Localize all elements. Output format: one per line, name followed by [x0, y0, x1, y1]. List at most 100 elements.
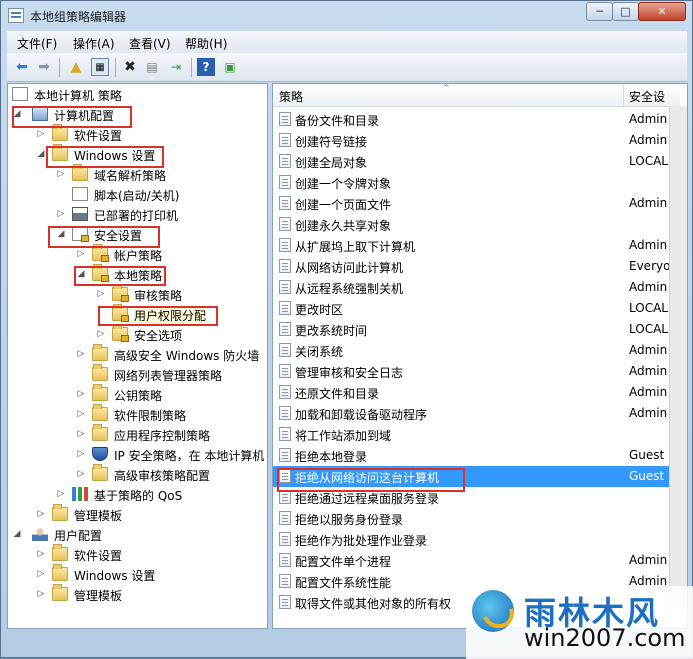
policy-name: 更改系统时间: [295, 324, 368, 338]
collapsed-arrow-icon[interactable]: ▷: [36, 569, 46, 579]
window: 本地组策略编辑器 ─ □ ✕ 文件(F) 操作(A) 查看(V) 帮助(H) ⬅…: [0, 0, 693, 659]
menu-action[interactable]: 操作(A): [73, 35, 115, 52]
table-row[interactable]: 创建永久共享对象: [273, 214, 680, 235]
back-icon[interactable]: ⬅: [13, 58, 31, 76]
toolbar-separator: [115, 58, 116, 77]
policy-name: 管理审核和安全日志: [295, 366, 404, 380]
highlight-box: [48, 226, 160, 248]
policy-setting-icon: [279, 112, 291, 126]
up-folder-icon[interactable]: ▲: [67, 58, 85, 76]
security-setting-value: Admin: [629, 280, 668, 294]
security-setting-value: Admin: [629, 343, 668, 357]
menu-bar: 文件(F) 操作(A) 查看(V) 帮助(H): [7, 31, 687, 53]
column-divider[interactable]: [623, 84, 624, 106]
collapsed-arrow-icon[interactable]: ▷: [76, 389, 86, 399]
user-icon: [32, 527, 48, 541]
show-hide-tree-icon[interactable]: ▦: [91, 58, 109, 76]
table-row[interactable]: 更改系统时间 LOCAL: [273, 319, 680, 340]
help-icon[interactable]: ?: [197, 58, 215, 76]
policy-setting-icon: [279, 196, 291, 210]
table-row[interactable]: 拒绝本地登录 Guest: [273, 445, 680, 466]
collapsed-arrow-icon[interactable]: ▷: [76, 349, 86, 359]
policy-setting-icon: [279, 364, 291, 378]
collapsed-arrow-icon[interactable]: ▷: [36, 549, 46, 559]
table-row[interactable]: 加载和卸载设备驱动程序 Admin: [273, 403, 680, 424]
folder-icon: [92, 344, 108, 361]
qos-chart-icon: [72, 487, 88, 501]
close-button[interactable]: ✕: [638, 2, 686, 21]
collapsed-arrow-icon[interactable]: ▷: [76, 249, 86, 259]
policy-setting-icon: [279, 238, 291, 252]
policy-setting-icon: [279, 448, 291, 462]
collapsed-arrow-icon[interactable]: ▷: [36, 589, 46, 599]
script-icon: [72, 187, 88, 201]
security-setting-value: Admin: [629, 406, 668, 420]
policy-name: 创建符号链接: [295, 135, 368, 149]
table-row[interactable]: 还原文件和目录 Admin: [273, 382, 680, 403]
table-row[interactable]: 将工作站添加到域: [273, 424, 680, 445]
policy-setting-icon: [279, 595, 291, 609]
policy-name: 还原文件和目录: [295, 387, 380, 401]
policy-setting-icon: [279, 532, 291, 546]
policy-setting-icon: [279, 343, 291, 357]
delete-icon[interactable]: ✖: [121, 58, 139, 76]
policy-name: 从扩展坞上取下计算机: [295, 240, 416, 254]
collapsed-arrow-icon[interactable]: ▷: [76, 449, 86, 459]
collapsed-arrow-icon[interactable]: ▷: [96, 329, 106, 339]
table-row[interactable]: 从远程系统强制关机 Admin: [273, 277, 680, 298]
collapsed-arrow-icon[interactable]: ▷: [76, 429, 86, 439]
policy-name: 拒绝通过远程桌面服务登录: [295, 492, 440, 506]
policy-name: 更改时区: [295, 303, 344, 317]
column-policy[interactable]: 策略: [279, 88, 303, 105]
minimize-button[interactable]: ─: [586, 2, 613, 21]
collapsed-arrow-icon[interactable]: ▷: [96, 289, 106, 299]
maximize-button[interactable]: □: [612, 2, 639, 21]
watermark-logo-icon: [472, 590, 514, 632]
table-row[interactable]: 配置文件单个进程 Admin: [273, 550, 680, 571]
title-bar[interactable]: 本地组策略编辑器 ─ □ ✕: [1, 1, 692, 31]
security-setting-value: Guest: [629, 448, 665, 462]
expanded-arrow-icon[interactable]: ◢: [12, 529, 22, 539]
policy-name: 从远程系统强制关机: [295, 282, 404, 296]
table-row[interactable]: 备份文件和目录 Admin: [273, 109, 680, 130]
collapsed-arrow-icon[interactable]: ▷: [36, 129, 46, 139]
table-row[interactable]: 创建全局对象 LOCAL: [273, 151, 680, 172]
policy-setting-icon: [279, 217, 291, 231]
policy-name: 加载和卸载设备驱动程序: [295, 408, 428, 422]
expanded-arrow-icon[interactable]: ◢: [36, 149, 46, 159]
menu-view[interactable]: 查看(V): [129, 35, 171, 52]
policy-name: 将工作站添加到域: [295, 429, 392, 443]
collapsed-arrow-icon[interactable]: ▷: [36, 509, 46, 519]
menu-file[interactable]: 文件(F): [17, 35, 57, 52]
security-setting-value: Admin: [629, 364, 668, 378]
collapsed-arrow-icon[interactable]: ▷: [76, 469, 86, 479]
table-row[interactable]: 关闭系统 Admin: [273, 340, 680, 361]
column-security-setting[interactable]: 安全设: [629, 88, 665, 105]
list-header: 策略 ^ 安全设: [273, 84, 680, 107]
export-list-icon[interactable]: ⇥: [167, 58, 185, 76]
menu-help[interactable]: 帮助(H): [185, 35, 227, 52]
forward-icon[interactable]: ➡: [35, 58, 53, 76]
collapsed-arrow-icon[interactable]: ▷: [56, 169, 66, 179]
view-icon[interactable]: ▣: [221, 58, 239, 76]
policy-setting-icon: [279, 322, 291, 336]
table-row[interactable]: 创建一个令牌对象: [273, 172, 680, 193]
collapsed-arrow-icon[interactable]: ▷: [56, 209, 66, 219]
collapsed-arrow-icon[interactable]: ▷: [56, 489, 66, 499]
table-row[interactable]: 拒绝以服务身份登录: [273, 508, 680, 529]
table-row[interactable]: 管理审核和安全日志 Admin: [273, 361, 680, 382]
table-row[interactable]: 拒绝作为批处理作业登录: [273, 529, 680, 550]
table-row[interactable]: 从扩展坞上取下计算机 Admin: [273, 235, 680, 256]
table-row[interactable]: 更改时区 LOCAL: [273, 298, 680, 319]
table-row[interactable]: 创建一个页面文件 Admin: [273, 193, 680, 214]
toolbar-separator: [59, 58, 60, 77]
sort-arrow-icon: ^: [443, 83, 450, 92]
properties-icon[interactable]: ▤: [143, 58, 161, 76]
collapsed-arrow-icon[interactable]: ▷: [76, 409, 86, 419]
table-row[interactable]: 创建符号链接 Admin: [273, 130, 680, 151]
policy-list-pane: 策略 ^ 安全设 备份文件和目录 Admin 创建符号链接 Admin 创建全局对象 LO…: [272, 83, 688, 629]
vertical-scrollbar[interactable]: [669, 106, 687, 611]
security-setting-value: Admin: [629, 196, 668, 210]
policy-name: 创建一个令牌对象: [295, 177, 392, 191]
table-row[interactable]: 从网络访问此计算机 Everyo: [273, 256, 680, 277]
